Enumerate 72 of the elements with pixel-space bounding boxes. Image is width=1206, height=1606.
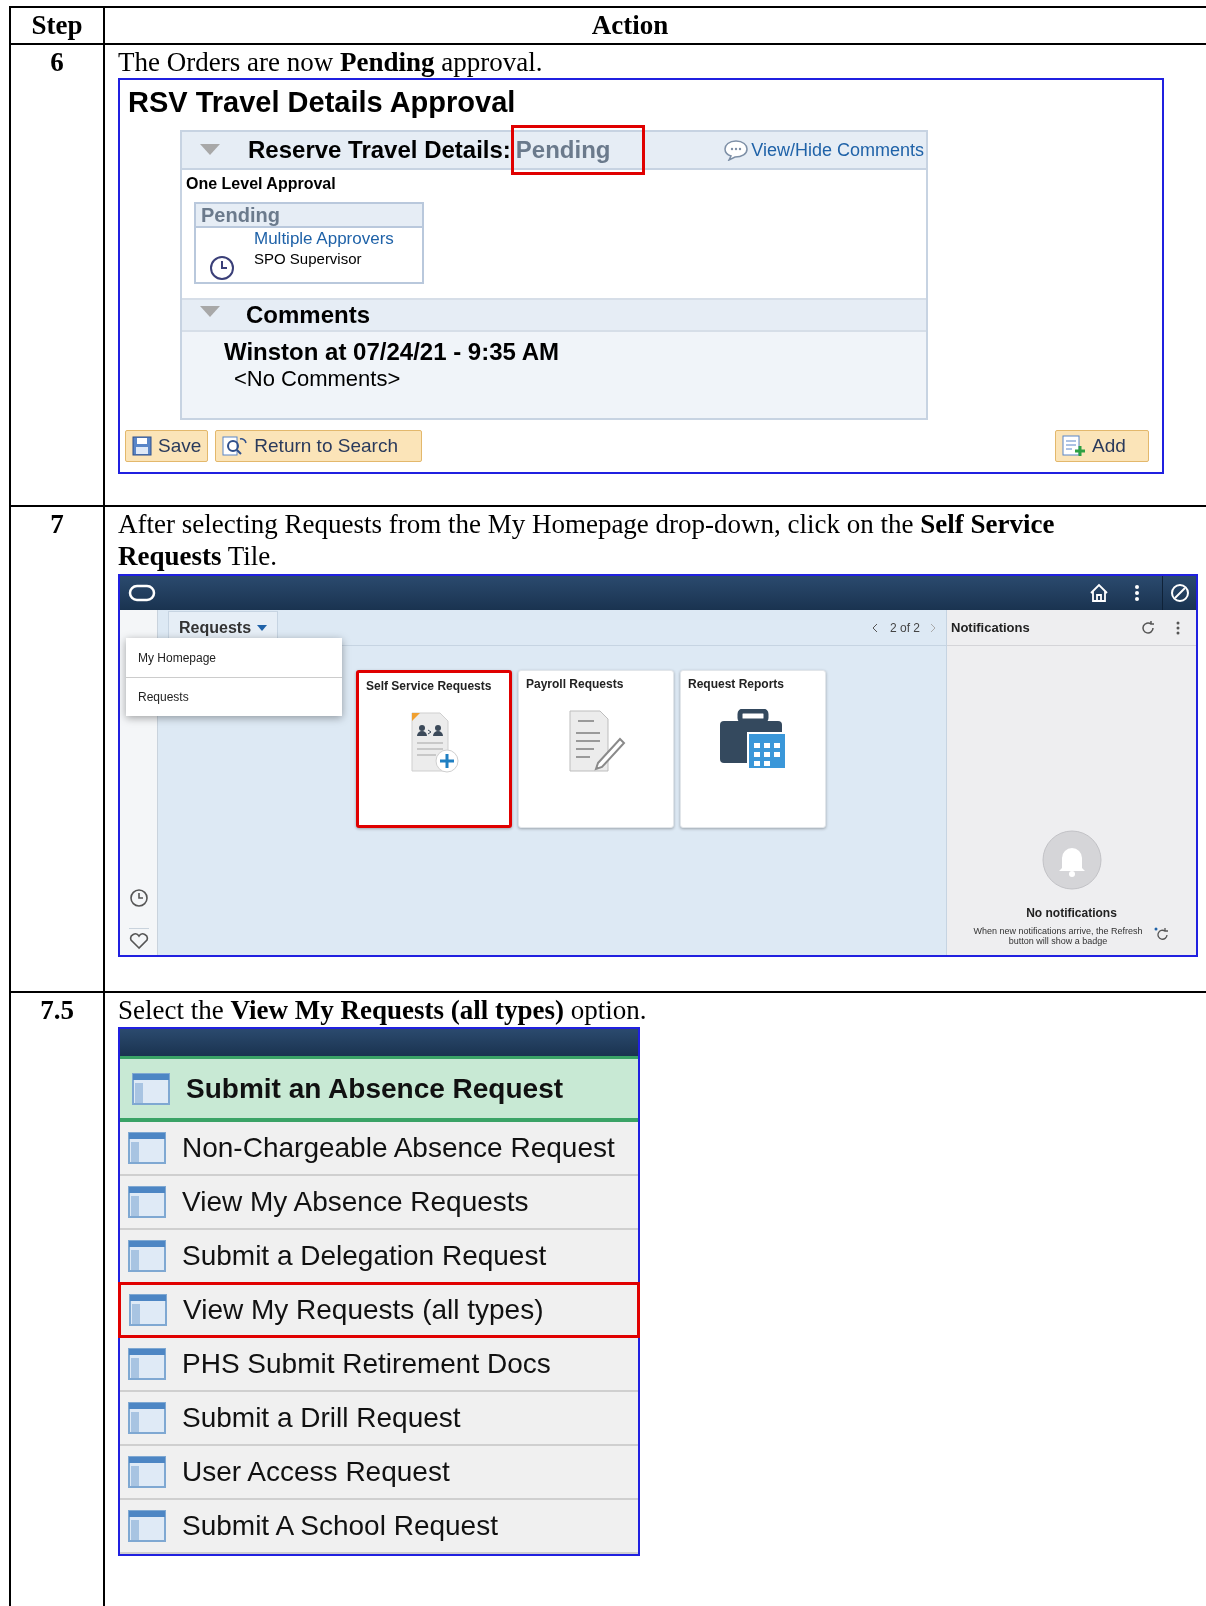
menu-item[interactable]: User Access Request [120,1446,638,1500]
menu-item[interactable]: View My Requests (all types) [118,1282,640,1338]
column-header: Step [11,8,105,43]
menu-item[interactable]: Non-Chargeable Absence Request [120,1122,638,1176]
menu-item[interactable]: Requests [126,677,342,716]
caret-down-icon [257,624,268,631]
menu-item[interactable]: PHS Submit Retirement Docs [120,1338,638,1392]
empty-state-text: When new notifications arrive, the Refresh button will show a badge [972,926,1144,946]
magnifier-document-icon [222,435,249,457]
menu-item[interactable]: Submit a Delegation Request [120,1230,638,1284]
window-icon [132,1072,170,1105]
refresh-button[interactable] [1140,619,1156,636]
previous-button[interactable] [871,622,880,633]
approver-role: SPO Supervisor [254,249,363,268]
clock-icon [128,888,149,908]
panel-title: Notifications [951,618,1030,637]
more-options-button[interactable] [1176,619,1182,636]
heart-icon [128,932,149,950]
briefcase-calendar-icon [718,709,788,771]
step-number: 7 [50,508,64,541]
subtitle-text: One Level Approval [186,174,337,194]
save-button[interactable]: Save [125,430,209,462]
window-icon [128,1510,166,1542]
chevron-left-icon [871,622,878,633]
refresh-icon [1140,619,1156,636]
vertical-dots-icon [1134,584,1140,602]
recent-button[interactable] [128,888,149,908]
page-indicator: 2 of 2 [889,619,920,637]
view-hide-comments-link[interactable]: View/Hide Comments [723,136,924,164]
more-options-button[interactable] [1132,583,1142,603]
approval-status: Pending [196,204,422,228]
menu-item[interactable]: Submit a Drill Request [120,1392,638,1446]
window-icon [128,1402,166,1434]
home-icon [1089,583,1109,603]
chevron-right-icon [930,622,936,633]
instruction-text: After selecting Requests from the My Homepage drop-down, click on the Self Service Requests Tile. [118,508,1056,572]
window-icon [128,1240,166,1272]
menu-item[interactable]: View My Absence Requests [120,1176,638,1230]
section-title: Comments [246,300,371,330]
add-button[interactable]: Add [1055,430,1149,462]
status-text: Pending [510,125,645,175]
window-icon [128,1186,166,1218]
favorites-button[interactable] [128,928,149,951]
refresh-badge-icon [1153,926,1169,940]
column-header: Action [590,9,670,42]
tile[interactable]: Request Reports [680,670,826,828]
step-number: 6 [50,46,64,79]
page-title: RSV Travel Details Approval [128,85,517,120]
speech-bubble-icon [723,139,750,161]
window-icon [128,1132,166,1164]
step-number: 7.5 [40,994,74,1027]
window-icon [128,1348,166,1380]
empty-state-title: No notifications [1025,905,1118,922]
comment-text: <No Comments> [234,366,402,392]
vertical-dots-icon [1176,620,1180,635]
circle-slash-icon [1169,583,1190,603]
menu-item[interactable]: Submit A School Request [120,1500,638,1554]
bell-icon [1041,830,1102,890]
add-document-icon [1062,435,1086,457]
window-icon [129,1294,167,1326]
home-button[interactable] [1088,582,1110,604]
window-icon [128,1456,166,1488]
tile[interactable]: Payroll Requests [518,670,674,828]
instruction-text: Select the View My Requests (all types) option. [118,994,648,1026]
menu-item[interactable]: Submit an Absence Request [120,1059,638,1122]
comment-author: Winston at 07/24/21 - 9:35 AM [224,338,560,366]
instruction-text: The Orders are now Pending approval. [118,46,544,78]
tile[interactable]: Self Service Requests [356,670,512,828]
approver-link[interactable]: Multiple Approvers [254,228,394,249]
section-title: Reserve Travel Details: [248,135,511,165]
search-button[interactable]: Return to Search [215,430,423,462]
menu-item[interactable]: My Homepage [126,638,342,677]
